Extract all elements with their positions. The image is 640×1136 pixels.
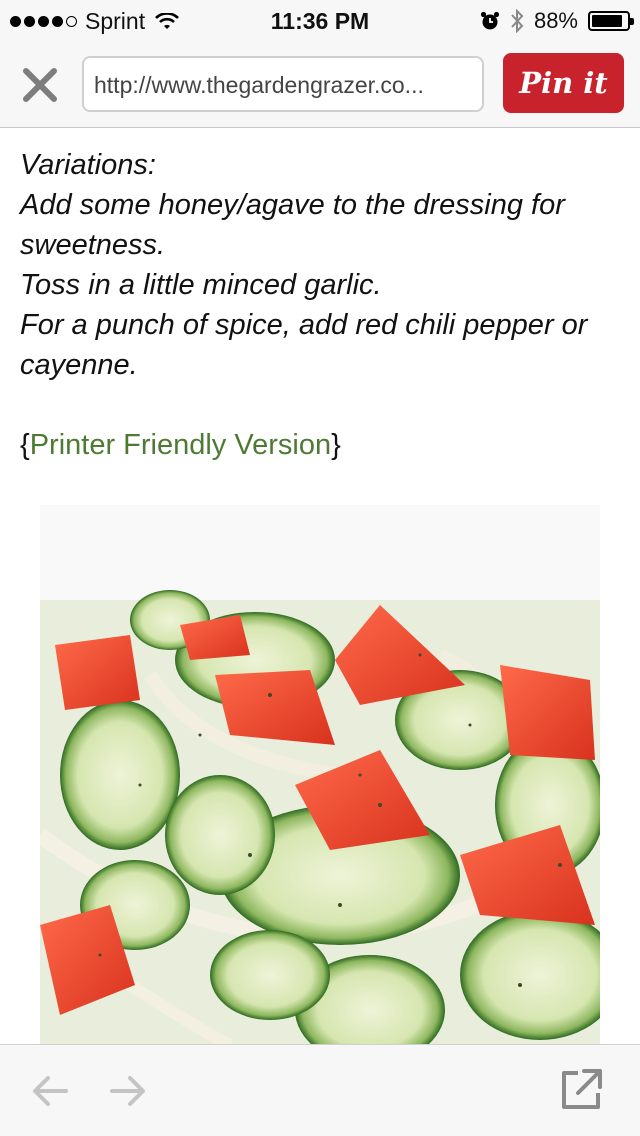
- close-icon[interactable]: [20, 65, 60, 105]
- battery-icon: [588, 11, 634, 31]
- printer-friendly-link[interactable]: Printer Friendly Version: [30, 429, 331, 461]
- salad-photo: [40, 505, 600, 1045]
- open-external-icon[interactable]: [556, 1065, 606, 1115]
- alarm-clock-icon: [480, 11, 500, 30]
- variation-line: For a punch of spice, add red chili pepp…: [20, 309, 588, 381]
- status-right: 88%: [480, 8, 634, 34]
- browser-toolbar: http://www.thegardengrazer.co... Pin it: [0, 40, 640, 128]
- pin-it-button[interactable]: Pin it: [503, 53, 624, 113]
- back-arrow-icon[interactable]: [26, 1067, 74, 1115]
- article-content: Variations: Add some honey/agave to the …: [20, 145, 620, 465]
- brace-open: {: [20, 429, 30, 461]
- variation-line: Add some honey/agave to the dressing for…: [20, 189, 565, 261]
- printer-friendly-line: {Printer Friendly Version}: [20, 425, 620, 465]
- url-field[interactable]: http://www.thegardengrazer.co...: [82, 56, 484, 112]
- bottom-toolbar: [0, 1044, 640, 1136]
- variations-heading: Variations:: [20, 149, 156, 181]
- forward-arrow-icon[interactable]: [104, 1067, 152, 1115]
- bluetooth-icon: [511, 9, 524, 33]
- variation-line: Toss in a little minced garlic.: [20, 269, 382, 301]
- status-bar: Sprint 11:36 PM 88%: [0, 0, 640, 40]
- battery-percent: 88%: [533, 8, 578, 33]
- brace-close: }: [331, 429, 341, 461]
- battery-fill: [592, 15, 622, 27]
